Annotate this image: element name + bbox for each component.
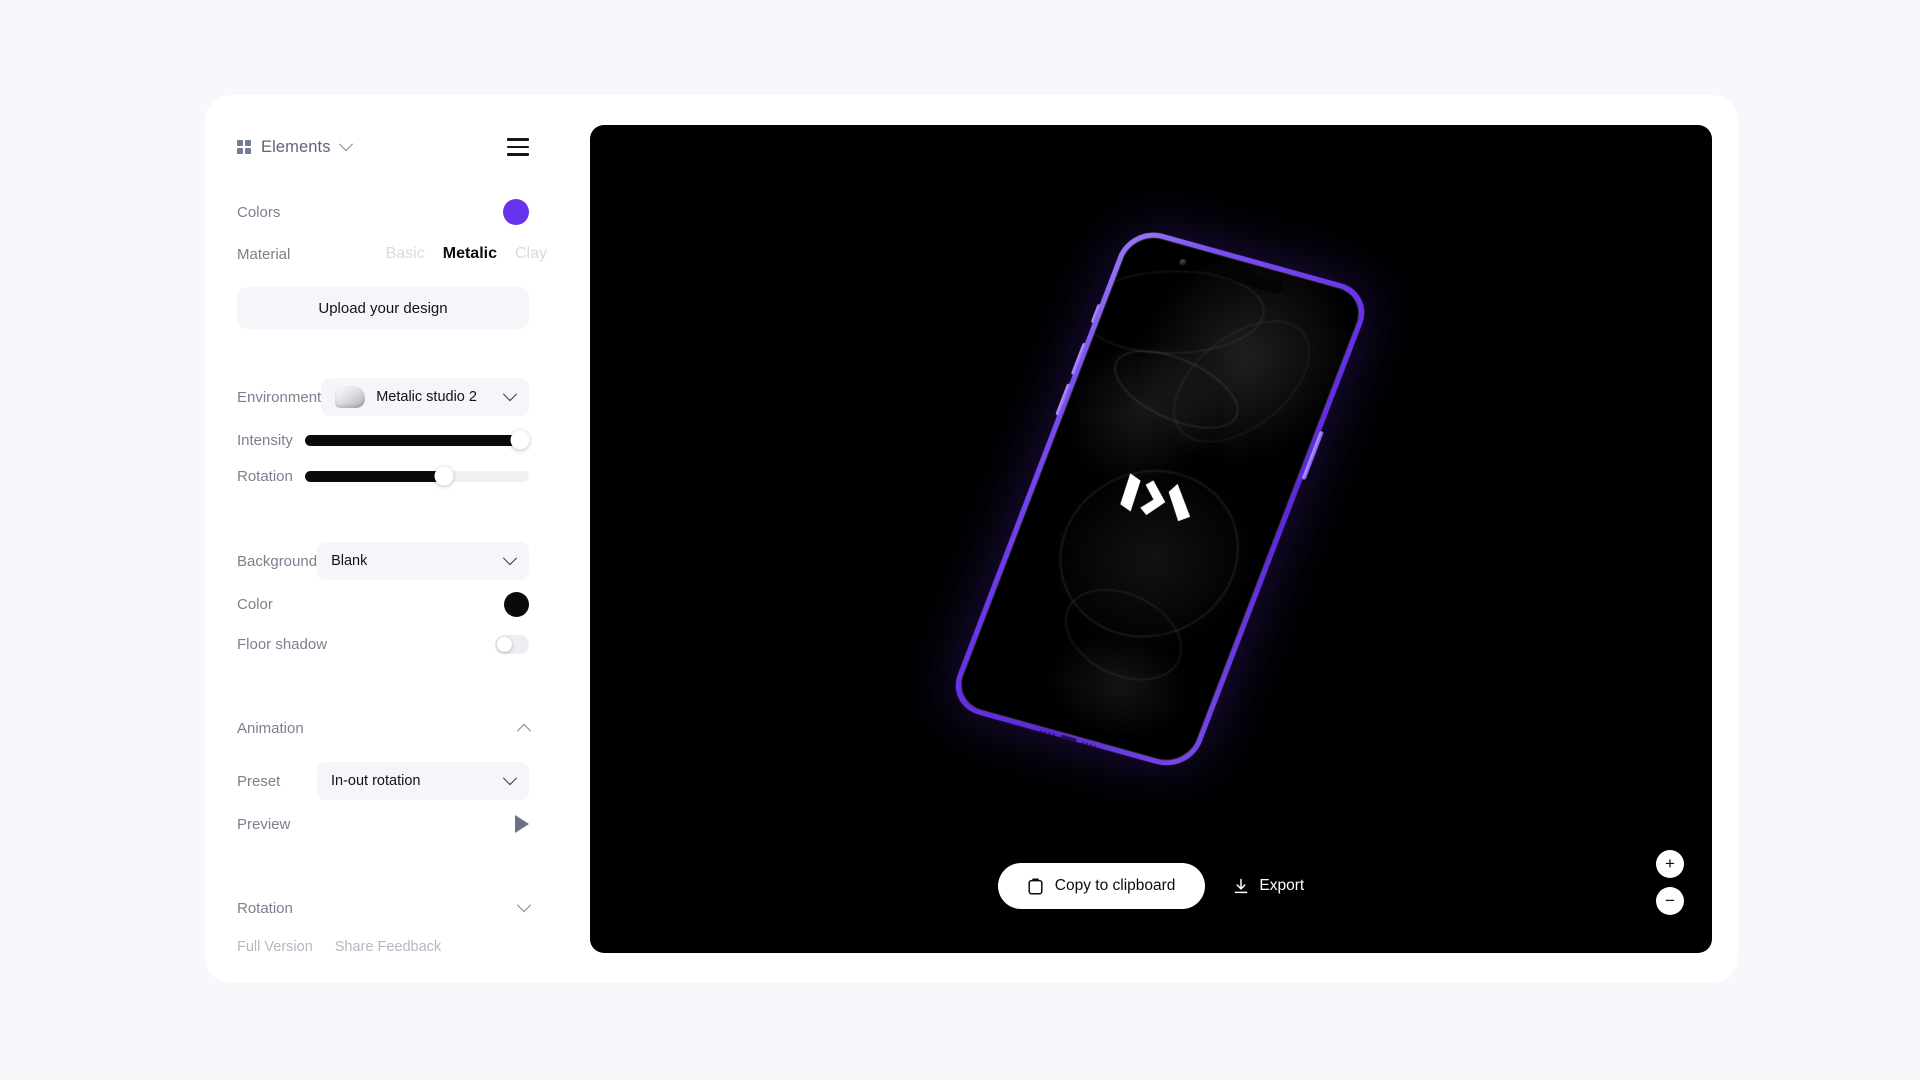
preview-label: Preview <box>237 815 291 833</box>
copy-to-clipboard-button[interactable]: Copy to clipboard <box>997 863 1206 909</box>
hamburger-icon[interactable] <box>507 134 529 160</box>
intensity-label: Intensity <box>237 431 293 449</box>
floor-shadow-toggle[interactable] <box>495 634 529 654</box>
clipboard-icon <box>1028 878 1043 895</box>
material-option-metalic[interactable]: Metalic <box>443 245 497 263</box>
rotation-section-label: Rotation <box>237 899 293 917</box>
background-label: Background <box>237 552 318 570</box>
copy-button-label: Copy to clipboard <box>1054 877 1176 894</box>
environment-select[interactable]: Metalic studio 2 <box>321 378 529 416</box>
material-label: Material <box>237 245 291 263</box>
elements-label: Elements <box>261 137 331 156</box>
chevron-down-icon <box>502 551 518 566</box>
full-version-link[interactable]: Full Version <box>237 939 313 955</box>
app-root: Elements Colors Material Basic Metalic C… <box>0 0 1920 1080</box>
upload-design-button[interactable]: Upload your design <box>237 287 529 329</box>
export-button-label: Export <box>1259 877 1305 894</box>
preset-row: Preset In-out rotation <box>237 761 529 801</box>
background-select[interactable]: Blank <box>317 542 529 580</box>
elements-dropdown[interactable]: Elements <box>237 137 353 157</box>
color-swatch-black[interactable] <box>504 591 529 617</box>
animation-label: Animation <box>237 719 304 737</box>
main-card: Elements Colors Material Basic Metalic C… <box>205 95 1738 983</box>
intensity-slider-knob[interactable] <box>510 430 530 450</box>
material-option-basic[interactable]: Basic <box>386 245 425 263</box>
sidebar-header: Elements <box>237 129 529 165</box>
toggle-knob <box>497 636 512 652</box>
preset-value: In-out rotation <box>331 773 421 789</box>
grid-icon <box>237 140 251 154</box>
rotation-slider-fill <box>305 470 444 482</box>
download-icon <box>1235 878 1248 893</box>
color-swatch-purple[interactable] <box>503 199 529 225</box>
phone-screen <box>952 230 1368 767</box>
zoom-in-button[interactable]: + <box>1656 850 1684 878</box>
preset-select[interactable]: In-out rotation <box>317 762 529 800</box>
environment-row: Environment Metalic studio 2 <box>237 375 529 419</box>
rotation-slider-label: Rotation <box>237 467 293 485</box>
intensity-slider-fill <box>305 434 521 446</box>
floor-shadow-row: Floor shadow <box>237 627 529 661</box>
colors-row: Colors <box>237 195 529 229</box>
background-color-row: Color <box>237 587 529 621</box>
intensity-row: Intensity <box>237 425 530 455</box>
floor-shadow-label: Floor shadow <box>237 635 328 653</box>
animation-section-header[interactable]: Animation <box>237 711 532 745</box>
viewport-actions: Copy to clipboard Export <box>590 863 1712 909</box>
zoom-out-button[interactable]: − <box>1656 887 1684 915</box>
export-button[interactable]: Export <box>1233 877 1304 895</box>
phone-body <box>945 224 1375 773</box>
preview-row: Preview <box>237 807 529 841</box>
environment-value: Metalic studio 2 <box>376 389 477 405</box>
chevron-down-icon <box>338 137 353 152</box>
background-value: Blank <box>331 553 368 569</box>
play-icon[interactable] <box>515 815 529 833</box>
preset-label: Preset <box>237 772 281 790</box>
rotation-slider[interactable] <box>305 466 529 486</box>
phone-mockup[interactable] <box>916 211 1386 851</box>
zoom-controls: + − <box>1656 850 1684 915</box>
intensity-slider[interactable] <box>305 430 530 450</box>
background-row: Background Blank <box>237 539 529 583</box>
material-row: Material Basic Metalic Clay <box>237 237 547 271</box>
colors-label: Colors <box>237 203 281 221</box>
environment-label: Environment <box>237 388 322 406</box>
material-option-clay[interactable]: Clay <box>515 245 547 263</box>
sidebar-footer: Full Version Share Feedback <box>237 939 441 955</box>
phone-camera-icon <box>1178 257 1188 267</box>
settings-sidebar: Elements Colors Material Basic Metalic C… <box>205 95 561 983</box>
environment-thumbnail-icon <box>335 386 366 408</box>
background-color-label: Color <box>237 595 273 613</box>
chevron-up-icon <box>516 723 532 738</box>
chevron-down-icon <box>502 771 518 786</box>
chevron-down-icon <box>502 387 518 402</box>
chevron-down-icon <box>516 898 532 913</box>
render-viewport[interactable]: Copy to clipboard Export + − <box>590 125 1712 953</box>
rotation-slider-knob[interactable] <box>434 466 454 486</box>
material-options: Basic Metalic Clay <box>386 245 547 263</box>
rotation-slider-row: Rotation <box>237 461 529 491</box>
share-feedback-link[interactable]: Share Feedback <box>335 939 441 955</box>
rotation-section-header[interactable]: Rotation <box>237 891 532 925</box>
